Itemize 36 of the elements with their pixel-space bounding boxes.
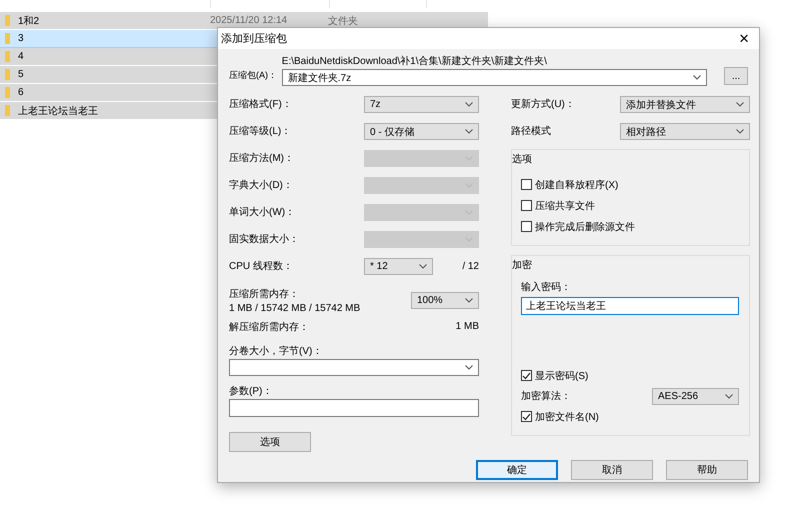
file-date: 2025/11/20 12:14 (210, 15, 288, 26)
checkbox-label: 压缩共享文件 (535, 200, 595, 212)
checkbox-label: 加密文件名(N) (535, 410, 599, 424)
group-title: 加密 (512, 259, 533, 273)
field-label: CPU 线程数： (229, 260, 294, 274)
file-name: 4 (18, 51, 25, 62)
field-label: 加密算法： (521, 390, 571, 403)
field-label: 压缩所需内存： (229, 288, 300, 300)
field-label: 输入密码： (521, 280, 572, 294)
field-label: 分卷大小，字节(V)： (229, 344, 324, 359)
checkbox-label: 操作完成后删除源文件 (535, 220, 635, 234)
thread-max-text: / 12 (462, 260, 479, 274)
file-name: 1和2 (18, 14, 40, 28)
field-label: 压缩等级(L)： (229, 124, 292, 139)
field-label: 更新方式(U)： (511, 98, 576, 112)
field-label: 路径模式 (511, 124, 552, 139)
field-label: 压缩包(A)： (229, 69, 278, 82)
field-label: 压缩格式(F)： (229, 98, 293, 112)
file-type: 文件夹 (328, 14, 358, 28)
file-name: 上老王论坛当老王 (18, 104, 99, 118)
field-label: 单词大小(W)： (229, 206, 296, 220)
field-label: 字典大小(D)： (229, 178, 294, 193)
field-label: 固实数据大小： (229, 232, 300, 247)
checkbox-label: 创建自释放程序(X) (535, 178, 618, 192)
file-name: 3 (18, 33, 25, 44)
field-label: 压缩方法(M)： (229, 152, 295, 166)
checkbox-label: 显示密码(S) (535, 370, 588, 382)
field-label: 参数(P)： (229, 384, 274, 399)
memory-value-text: 1 MB (456, 321, 479, 332)
memory-usage-text: 1 MB / 15742 MB / 15742 MB (229, 302, 360, 314)
file-name: 6 (18, 87, 25, 98)
window-title: 添加到压缩包 (221, 32, 287, 46)
file-name: 5 (18, 69, 25, 80)
group-title: 选项 (512, 153, 533, 167)
archive-path-text: E:\BaiduNetdiskDownload\补1\合集\新建文件夹\新建文件夹\ (282, 55, 548, 69)
field-label: 解压缩所需内存： (229, 320, 309, 334)
